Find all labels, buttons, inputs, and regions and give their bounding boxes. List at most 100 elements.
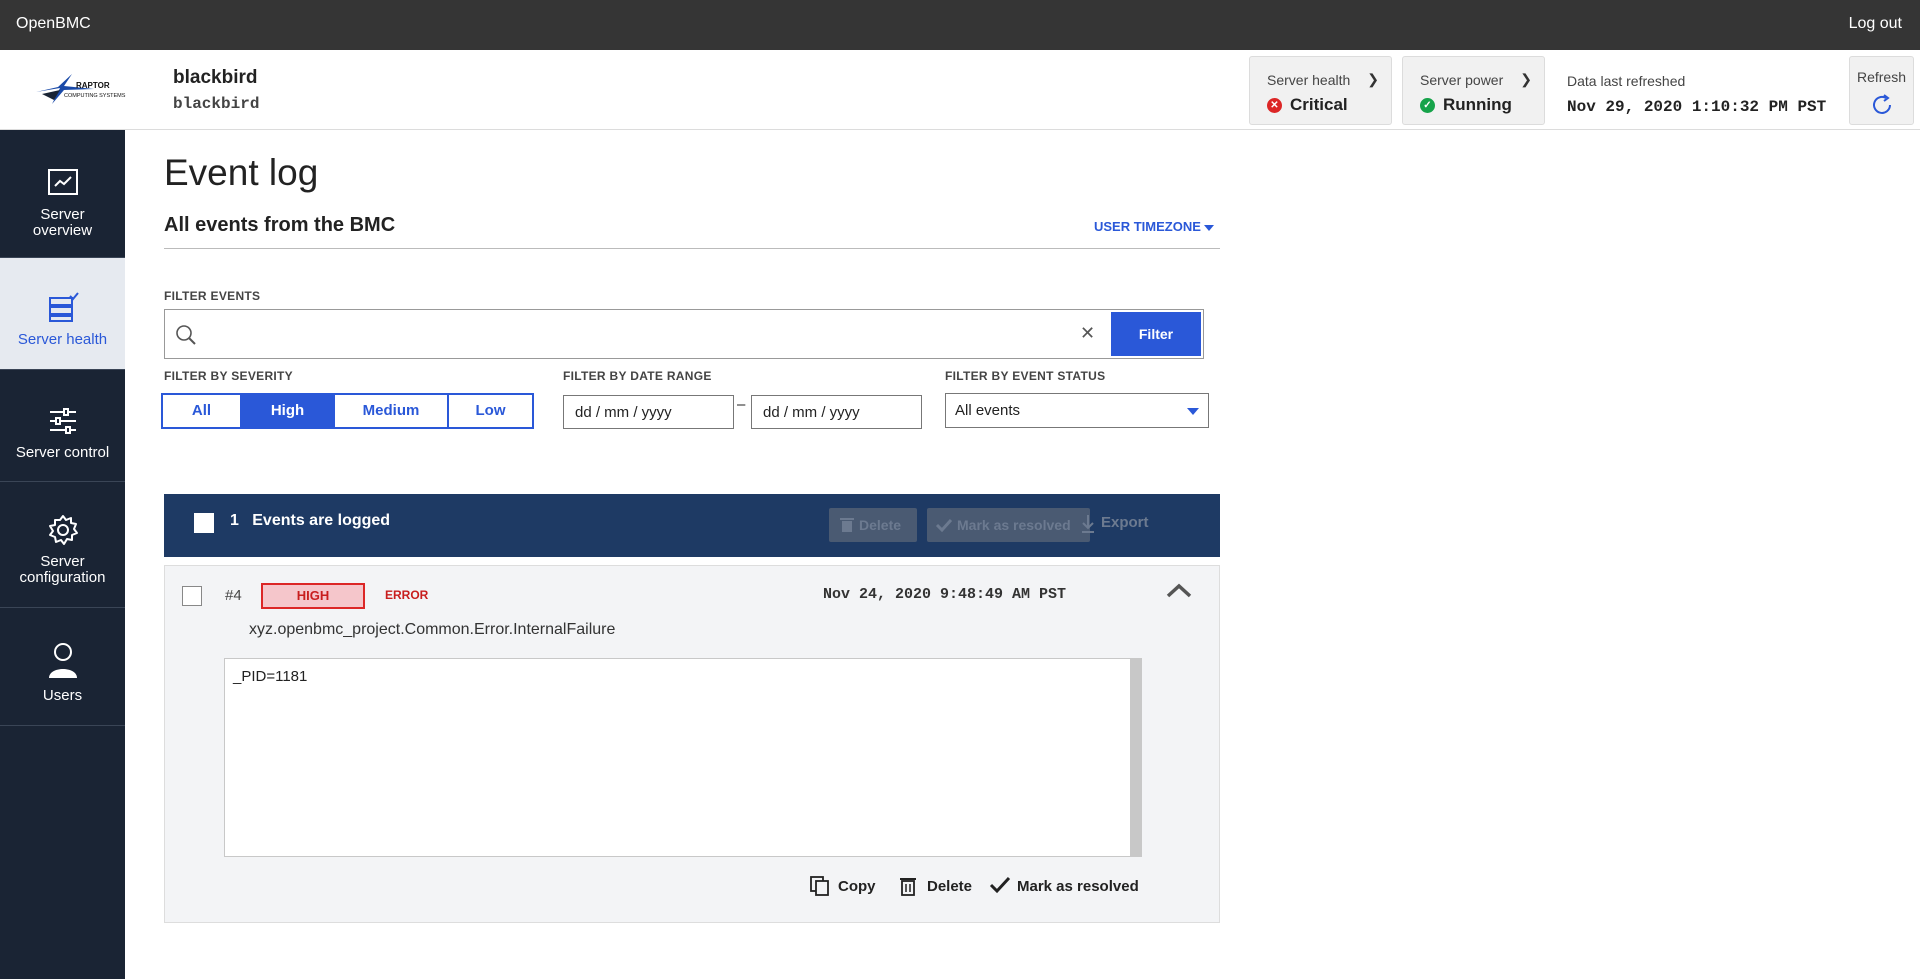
event-type: ERROR (385, 588, 429, 602)
event-status-value: All events (955, 402, 1021, 419)
logo-text-2: COMPUTING SYSTEMS (64, 93, 126, 99)
bulk-mark-resolved-button[interactable]: Mark as resolved (927, 508, 1090, 542)
copy-label: Copy (838, 878, 876, 895)
check-icon (989, 876, 1011, 894)
date-to-input[interactable]: dd / mm / yyyy (751, 395, 922, 429)
chevron-right-icon: ❯ (1367, 71, 1379, 87)
chart-icon (47, 169, 78, 195)
refresh-icon (1873, 94, 1891, 114)
sidebar-item-label: Server (40, 553, 85, 570)
trash-icon (840, 518, 854, 532)
search-icon (176, 325, 196, 345)
sidebar-item-label: configuration (19, 569, 106, 586)
table-row: #4 HIGH ERROR Nov 24, 2020 9:48:49 AM PS… (164, 565, 1220, 923)
server-health-value: Critical (1290, 95, 1348, 114)
bulk-mark-resolved-label: Mark as resolved (957, 517, 1071, 533)
severity-low-button[interactable]: Low (449, 395, 532, 427)
user-timezone-dropdown[interactable]: USER TIMEZONE (1094, 219, 1214, 234)
sidebar-item-label: overview (32, 222, 93, 239)
user-icon (48, 643, 77, 678)
filter-events-label: FILTER EVENTS (164, 289, 261, 303)
sidebar-item-label: Users (42, 687, 83, 704)
clear-search-icon[interactable]: ✕ (1080, 323, 1095, 344)
event-status-select[interactable]: All events (945, 393, 1209, 428)
trash-icon (900, 878, 916, 896)
date-from-input[interactable]: dd / mm / yyyy (563, 395, 734, 429)
refreshed-value: Nov 29, 2020 1:10:32 PM PST (1567, 98, 1827, 116)
severity-badge: HIGH (261, 583, 365, 609)
mark-resolved-button[interactable]: Mark as resolved (989, 876, 1139, 895)
sidebar-item-label: Server health (17, 331, 108, 348)
event-detail-box[interactable]: _PID=1181 (224, 658, 1142, 857)
sliders-icon (49, 408, 76, 434)
severity-button-group: All High Medium Low (161, 393, 534, 429)
delete-label: Delete (927, 878, 973, 895)
bulk-delete-button[interactable]: Delete (829, 508, 917, 542)
caret-down-icon (1203, 224, 1214, 231)
refreshed-label: Data last refreshed (1567, 73, 1686, 89)
server-health-icon (48, 292, 79, 322)
select-all-checkbox[interactable] (194, 513, 214, 533)
gear-icon (48, 515, 78, 545)
sidebar-item-server-configuration[interactable]: Server configuration (0, 482, 125, 608)
export-button[interactable]: Export (1082, 514, 1149, 533)
check-circle-icon: ✓ (1420, 98, 1435, 113)
search-box: ✕ (164, 309, 1204, 359)
logout-link[interactable]: Log out (1849, 15, 1902, 33)
date-range-dash: – (737, 396, 746, 413)
page-title: Event log (164, 152, 319, 193)
critical-icon: ✕ (1267, 98, 1282, 113)
export-label: Export (1101, 514, 1149, 531)
severity-medium-button[interactable]: Medium (335, 395, 449, 427)
severity-high-button[interactable]: High (242, 395, 335, 427)
search-input[interactable] (205, 318, 1025, 350)
divider (164, 248, 1220, 249)
refresh-label: Refresh (1856, 69, 1907, 85)
scrollbar[interactable] (1130, 659, 1141, 856)
date-range-label: FILTER BY DATE RANGE (563, 369, 712, 383)
filter-button[interactable]: Filter (1111, 312, 1201, 356)
row-checkbox[interactable] (182, 586, 202, 606)
server-power-card[interactable]: Server power ❯ ✓ Running (1402, 56, 1545, 125)
bulk-delete-label: Delete (859, 517, 902, 533)
server-power-label: Server power (1420, 72, 1504, 88)
server-health-label: Server health (1267, 72, 1351, 88)
sidebar-item-server-control[interactable]: Server control (0, 370, 125, 482)
brand-title: OpenBMC (16, 15, 91, 32)
chevron-up-icon[interactable] (1165, 582, 1193, 600)
severity-all-button[interactable]: All (163, 395, 242, 427)
logo-text-1: RAPTOR (76, 81, 110, 90)
table-toolbar: 1 Events are logged Delete Mark as resol… (164, 494, 1220, 557)
copy-button[interactable]: Copy (810, 876, 876, 896)
sidebar-item-server-overview[interactable]: Server overview (0, 130, 125, 258)
event-status-label: FILTER BY EVENT STATUS (945, 369, 1106, 383)
sidebar-item-label: Server (40, 206, 85, 223)
download-icon (1082, 515, 1094, 533)
severity-filter-label: FILTER BY SEVERITY (164, 369, 293, 383)
event-id: #4 (225, 587, 242, 604)
events-count: 1 Events are logged (230, 512, 390, 530)
copy-icon (810, 876, 829, 896)
event-message: xyz.openbmc_project.Common.Error.Interna… (249, 621, 616, 638)
app-header: RAPTOR COMPUTING SYSTEMS blackbird black… (0, 50, 1920, 130)
mark-resolved-label: Mark as resolved (1017, 878, 1139, 895)
top-bar: OpenBMC Log out (0, 0, 1920, 50)
sidebar-item-users[interactable]: Users (0, 608, 125, 726)
server-power-value: Running (1443, 95, 1512, 114)
raptor-logo: RAPTOR COMPUTING SYSTEMS (36, 74, 126, 104)
timezone-label: USER TIMEZONE (1094, 219, 1201, 234)
sidebar-item-server-health[interactable]: Server health (0, 258, 125, 370)
event-date: Nov 24, 2020 9:48:49 AM PST (823, 586, 1067, 603)
sidebar-item-label: Server control (15, 444, 110, 461)
delete-button[interactable]: Delete (899, 878, 973, 896)
section-title: All events from the BMC (164, 214, 396, 236)
check-icon (935, 518, 953, 532)
event-detail-text: _PID=1181 (233, 668, 308, 685)
refresh-button[interactable]: Refresh (1849, 56, 1914, 125)
host-subtitle: blackbird (173, 95, 260, 113)
events-count-text: Events are logged (252, 512, 391, 529)
caret-down-icon (1187, 408, 1199, 415)
events-count-number: 1 (230, 512, 239, 529)
sidebar: Server overview Server health Server con… (0, 130, 125, 979)
server-health-card[interactable]: Server health ❯ ✕ Critical (1249, 56, 1392, 125)
